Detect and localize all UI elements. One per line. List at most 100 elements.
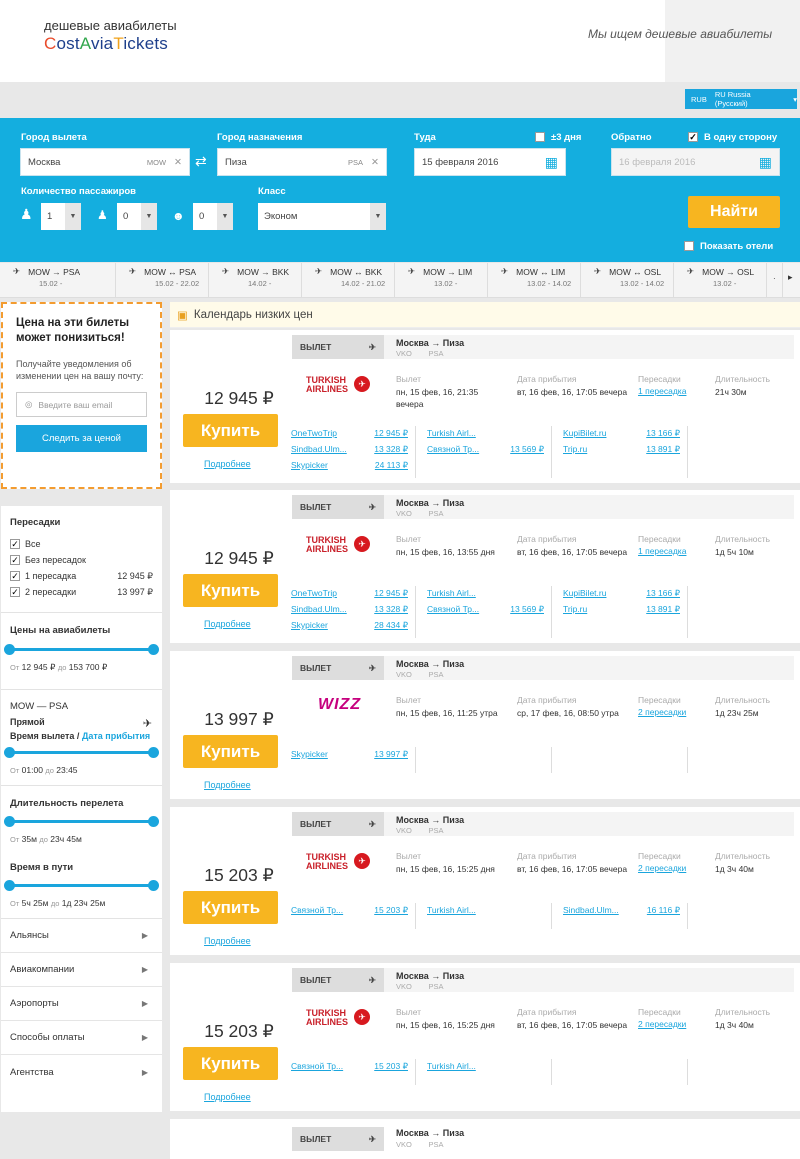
stops-link[interactable]: 2 пересадки [638, 707, 686, 717]
duration-range-slider[interactable] [4, 816, 159, 827]
agency-link[interactable]: Skypicker [291, 460, 328, 470]
checkbox[interactable]: ✓ [10, 555, 20, 566]
agency-link[interactable]: Skypicker [291, 620, 328, 630]
travel-time-range-slider[interactable] [4, 880, 159, 891]
logo[interactable]: CostAviaTickets [44, 34, 168, 54]
agency-link[interactable]: Trip.ru [563, 444, 587, 454]
agency-link[interactable]: Skypicker [291, 749, 328, 759]
buy-button[interactable]: Купить [183, 891, 278, 924]
to-input[interactable]: Пиза PSA ✕ [217, 148, 387, 176]
stops-option[interactable]: ✓ Все [10, 536, 153, 552]
departure-time-tab[interactable]: Время вылета [10, 731, 74, 741]
agency-price[interactable]: 28 434 ₽ [361, 620, 408, 631]
adults-select[interactable]: 1 ▼ [41, 203, 81, 230]
time-range-slider[interactable] [4, 747, 159, 758]
agency-link[interactable]: Turkish Airl... [427, 428, 476, 438]
route-tab[interactable]: ✈ MOW ↔ BKK 14.02 - 21.02 [302, 263, 395, 297]
accordion-airlines[interactable]: Авиакомпании ▶ [1, 953, 162, 987]
swap-icon[interactable]: ⇄ [195, 153, 207, 170]
oneway-checkbox-box[interactable]: ✓ [688, 132, 698, 143]
route-tab[interactable]: ✈ MOW → LIM 13.02 - [395, 263, 488, 297]
route-tab[interactable]: ✈ MOW ↔ OSL 13.02 - 14.02 [581, 263, 674, 297]
checkbox[interactable]: ✓ [10, 587, 20, 598]
find-button[interactable]: Найти [688, 196, 780, 228]
checkbox[interactable]: ✓ [10, 571, 20, 582]
agency-link[interactable]: Sindbad.Ulm... [563, 905, 619, 915]
agency-link[interactable]: KupiBilet.ru [563, 588, 606, 598]
agency-link[interactable]: Turkish Airl... [427, 1061, 476, 1071]
details-link[interactable]: Подробнее [204, 780, 251, 790]
oneway-checkbox[interactable]: ✓ В одну сторону [688, 132, 777, 143]
agency-price[interactable]: 12 945 ₽ [361, 428, 408, 439]
buy-button[interactable]: Купить [183, 574, 278, 607]
accordion-alliances[interactable]: Альянсы ▶ [1, 919, 162, 953]
locale-selector[interactable]: RUB RU Russia (Русский) ▾ [685, 89, 797, 109]
route-tab[interactable]: ✈ MOW ↔ PSA 15.02 - 22.02 [116, 263, 209, 297]
agency-price[interactable]: 13 891 ₽ [633, 444, 680, 455]
flex-checkbox-box[interactable] [535, 132, 545, 143]
agency-link[interactable]: Turkish Airl... [427, 588, 476, 598]
stops-link[interactable]: 2 пересадки [638, 1019, 686, 1029]
agency-link[interactable]: OneTwoTrip [291, 428, 337, 438]
details-link[interactable]: Подробнее [204, 936, 251, 946]
accordion-agencies[interactable]: Агентства ▶ [1, 1055, 162, 1089]
checkbox[interactable]: ✓ [10, 539, 20, 550]
children-select[interactable]: 0 ▼ [117, 203, 157, 230]
accordion-payment-methods[interactable]: Способы оплаты ▶ [1, 1021, 162, 1055]
agency-link[interactable]: Связной Тр... [427, 604, 479, 614]
arrival-date-tab[interactable]: Дата прибытия [82, 731, 150, 741]
agency-link[interactable]: KupiBilet.ru [563, 428, 606, 438]
route-tab[interactable]: ✈ MOW → BKK 14.02 - [209, 263, 302, 297]
agency-price[interactable]: 24 113 ₽ [361, 460, 408, 471]
calendar-icon[interactable]: ▦ [545, 154, 558, 171]
agency-price[interactable]: 13 166 ₽ [633, 428, 680, 439]
agency-price[interactable]: 13 328 ₽ [361, 444, 408, 455]
buy-button[interactable]: Купить [183, 735, 278, 768]
agency-link[interactable]: Связной Тр... [427, 444, 479, 454]
agency-link[interactable]: Sindbad.Ulm... [291, 604, 347, 614]
stops-link[interactable]: 2 пересадки [638, 863, 686, 873]
agency-link[interactable]: Trip.ru [563, 604, 587, 614]
buy-button[interactable]: Купить [183, 414, 278, 447]
agency-price[interactable]: 13 166 ₽ [633, 588, 680, 599]
agency-price[interactable]: 15 203 ₽ [361, 905, 408, 916]
agency-link[interactable]: OneTwoTrip [291, 588, 337, 598]
agency-link[interactable]: Связной Тр... [291, 1061, 343, 1071]
email-field[interactable]: ◎ Введите ваш email [16, 392, 147, 417]
agency-link[interactable]: Turkish Airl... [427, 905, 476, 915]
depart-date-input[interactable]: 15 февраля 2016 ▦ [414, 148, 566, 176]
route-tab[interactable]: ✈ MOW ↔ LIM 13.02 - 14.02 [488, 263, 581, 297]
agency-price[interactable]: 13 891 ₽ [633, 604, 680, 615]
return-date-input[interactable]: 16 февраля 2016 ▦ [611, 148, 780, 176]
hotels-checkbox-box[interactable] [684, 241, 694, 252]
stops-option[interactable]: ✓ 1 пересадка 12 945 ₽ [10, 568, 153, 584]
calendar-icon[interactable]: ▦ [759, 154, 772, 171]
chevron-right-icon[interactable]: ▸ [782, 263, 800, 297]
infants-select[interactable]: 0 ▼ [193, 203, 233, 230]
details-link[interactable]: Подробнее [204, 459, 251, 469]
flex-dates-checkbox[interactable]: ±3 дня [535, 132, 581, 143]
agency-price[interactable]: 15 203 ₽ [361, 1061, 408, 1072]
agency-price[interactable]: 13 997 ₽ [361, 749, 408, 760]
stops-link[interactable]: 1 пересадка [638, 386, 686, 396]
low-price-calendar-bar[interactable]: ▣ Календарь низких цен [170, 302, 800, 328]
stops-option[interactable]: ✓ 2 пересадки 13 997 ₽ [10, 584, 153, 600]
class-select[interactable]: Эконом ▼ [258, 203, 386, 230]
clear-from-icon[interactable]: ✕ [174, 157, 182, 168]
agency-price[interactable]: 13 569 ₽ [497, 604, 544, 615]
accordion-airports[interactable]: Аэропорты ▶ [1, 987, 162, 1021]
price-range-slider[interactable] [4, 644, 159, 655]
agency-link[interactable]: Связной Тр... [291, 905, 343, 915]
show-hotels-checkbox[interactable]: Показать отели [684, 241, 773, 252]
route-tab[interactable]: ✈ MOW → PSA 15.02 - [0, 263, 116, 297]
details-link[interactable]: Подробнее [204, 619, 251, 629]
from-input[interactable]: Москва MOW ✕ [20, 148, 190, 176]
agency-price[interactable]: 16 116 ₽ [633, 905, 680, 916]
buy-button[interactable]: Купить [183, 1047, 278, 1080]
stops-option[interactable]: ✓ Без пересадок [10, 552, 153, 568]
agency-price[interactable]: 12 945 ₽ [361, 588, 408, 599]
stops-link[interactable]: 1 пересадка [638, 546, 686, 556]
route-tab[interactable]: ✈ MOW → OSL 13.02 - [674, 263, 767, 297]
follow-price-button[interactable]: Следить за ценой [16, 425, 147, 452]
clear-to-icon[interactable]: ✕ [371, 157, 379, 168]
